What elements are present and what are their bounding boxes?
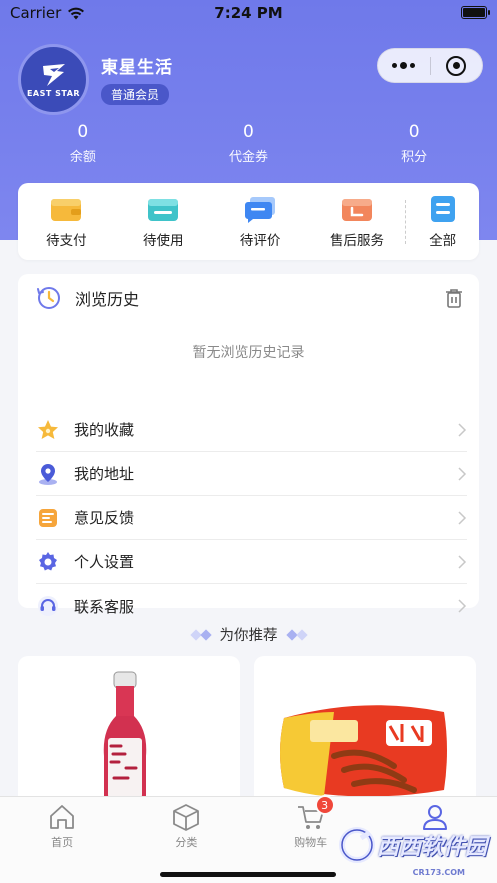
stat-vouchers[interactable]: 0 代金券 [166,122,332,165]
member-level-badge: 普通会员 [101,83,170,105]
account-stats: 0 余额 0 代金券 0 积分 [0,122,497,165]
recommend-header: 为你推荐 [0,624,497,645]
watermark: 西西软件园 CR173.COM [337,825,487,877]
order-label: 全部 [429,232,457,249]
menu-item-favorites[interactable]: 我的收藏 [36,408,467,452]
comment-icon [245,196,276,223]
menu-item-settings[interactable]: 个人设置 [36,540,467,584]
tab-label: 购物车 [294,836,328,849]
recommend-title: 为你推荐 [219,628,278,644]
home-icon [50,805,75,829]
menu-item-feedback[interactable]: 意见反馈 [36,496,467,540]
chevron-right-icon [458,510,467,525]
more-button[interactable] [378,61,430,69]
username: 東星生活 [101,57,173,78]
wifi-icon [68,7,85,19]
history-empty-text: 暂无浏览历史记录 [192,345,305,361]
orders-card: 待支付 待使用 待评价 售后服务 全部 [18,183,479,260]
list-icon [430,195,455,222]
location-icon [39,463,57,485]
menu-label: 联系客服 [74,597,135,616]
chevron-right-icon [458,422,467,437]
menu-label: 意见反馈 [74,509,135,527]
stat-label: 代金券 [228,150,268,165]
order-label: 待使用 [143,232,184,249]
miniprogram-capsule [377,48,483,83]
stat-points[interactable]: 0 积分 [331,122,497,165]
status-bar: Carrier 7:24 PM [0,0,497,26]
tab-label: 首页 [51,836,74,849]
history-header: 浏览历史 [18,274,479,322]
diamond-decoration-icon [189,628,212,641]
order-to-use[interactable]: 待使用 [115,195,212,249]
tab-label: 分类 [175,836,198,849]
stat-label: 积分 [401,150,428,165]
feedback-icon [39,508,57,527]
order-all[interactable]: 全部 [406,195,479,249]
stat-label: 余额 [69,150,96,165]
close-miniprogram-button[interactable] [430,55,482,76]
home-indicator [160,872,336,877]
cart-count-badge: 3 [314,795,335,815]
menu-label: 我的地址 [74,465,135,483]
profile-info: 東星生活 普通会员 [101,53,173,105]
watermark-logo-icon [338,827,375,863]
watermark-text: 西西软件园 [376,835,487,860]
settings-icon [39,551,57,570]
menu-item-address[interactable]: 我的地址 [36,452,467,496]
menu-label: 我的收藏 [74,421,135,439]
stat-balance[interactable]: 0 余额 [0,122,166,165]
headset-icon [38,596,58,616]
star-icon [38,419,58,439]
logo-text: EAST STAR [26,88,81,98]
profile-section: EAST STAR 東星生活 普通会员 [18,44,173,115]
clock-icon [37,287,60,309]
target-icon [446,55,467,76]
service-bag-icon [341,198,372,221]
chevron-right-icon [458,466,467,481]
watermark-subtext: CR173.COM [412,868,465,877]
avatar[interactable]: EAST STAR [18,44,89,115]
stat-value: 0 [243,122,254,142]
wallet-icon [51,198,82,221]
order-after-sales[interactable]: 售后服务 [309,195,406,249]
ticket-icon [148,198,179,221]
order-pending-payment[interactable]: 待支付 [18,195,115,249]
tab-category[interactable]: 分类 [124,797,248,883]
menu-label: 个人设置 [74,553,135,571]
chevron-right-icon [458,554,467,569]
trash-icon[interactable] [443,287,465,309]
menu-item-customer-service[interactable]: 联系客服 [36,584,467,628]
tab-home[interactable]: 首页 [0,797,124,883]
history-title: 浏览历史 [75,290,140,309]
stat-value: 0 [408,122,420,142]
order-to-review[interactable]: 待评价 [212,195,309,249]
chevron-right-icon [458,599,467,613]
battery-icon [461,6,490,19]
order-label: 待支付 [46,232,87,249]
menu-list: 我的收藏 我的地址 意见反馈 个人设置 联系客服 [18,408,479,628]
carrier-group: Carrier [10,4,85,22]
order-label: 售后服务 [329,232,384,249]
east-star-logo-icon [42,63,65,86]
carrier-label: Carrier [10,4,62,22]
category-icon [173,804,200,831]
main-card: 浏览历史 暂无浏览历史记录 我的收藏 我的地址 意见反馈 个人设置 联系客服 [18,274,479,616]
stat-value: 0 [77,122,89,142]
diamond-decoration-icon [285,628,308,641]
order-label: 待评价 [239,232,281,249]
